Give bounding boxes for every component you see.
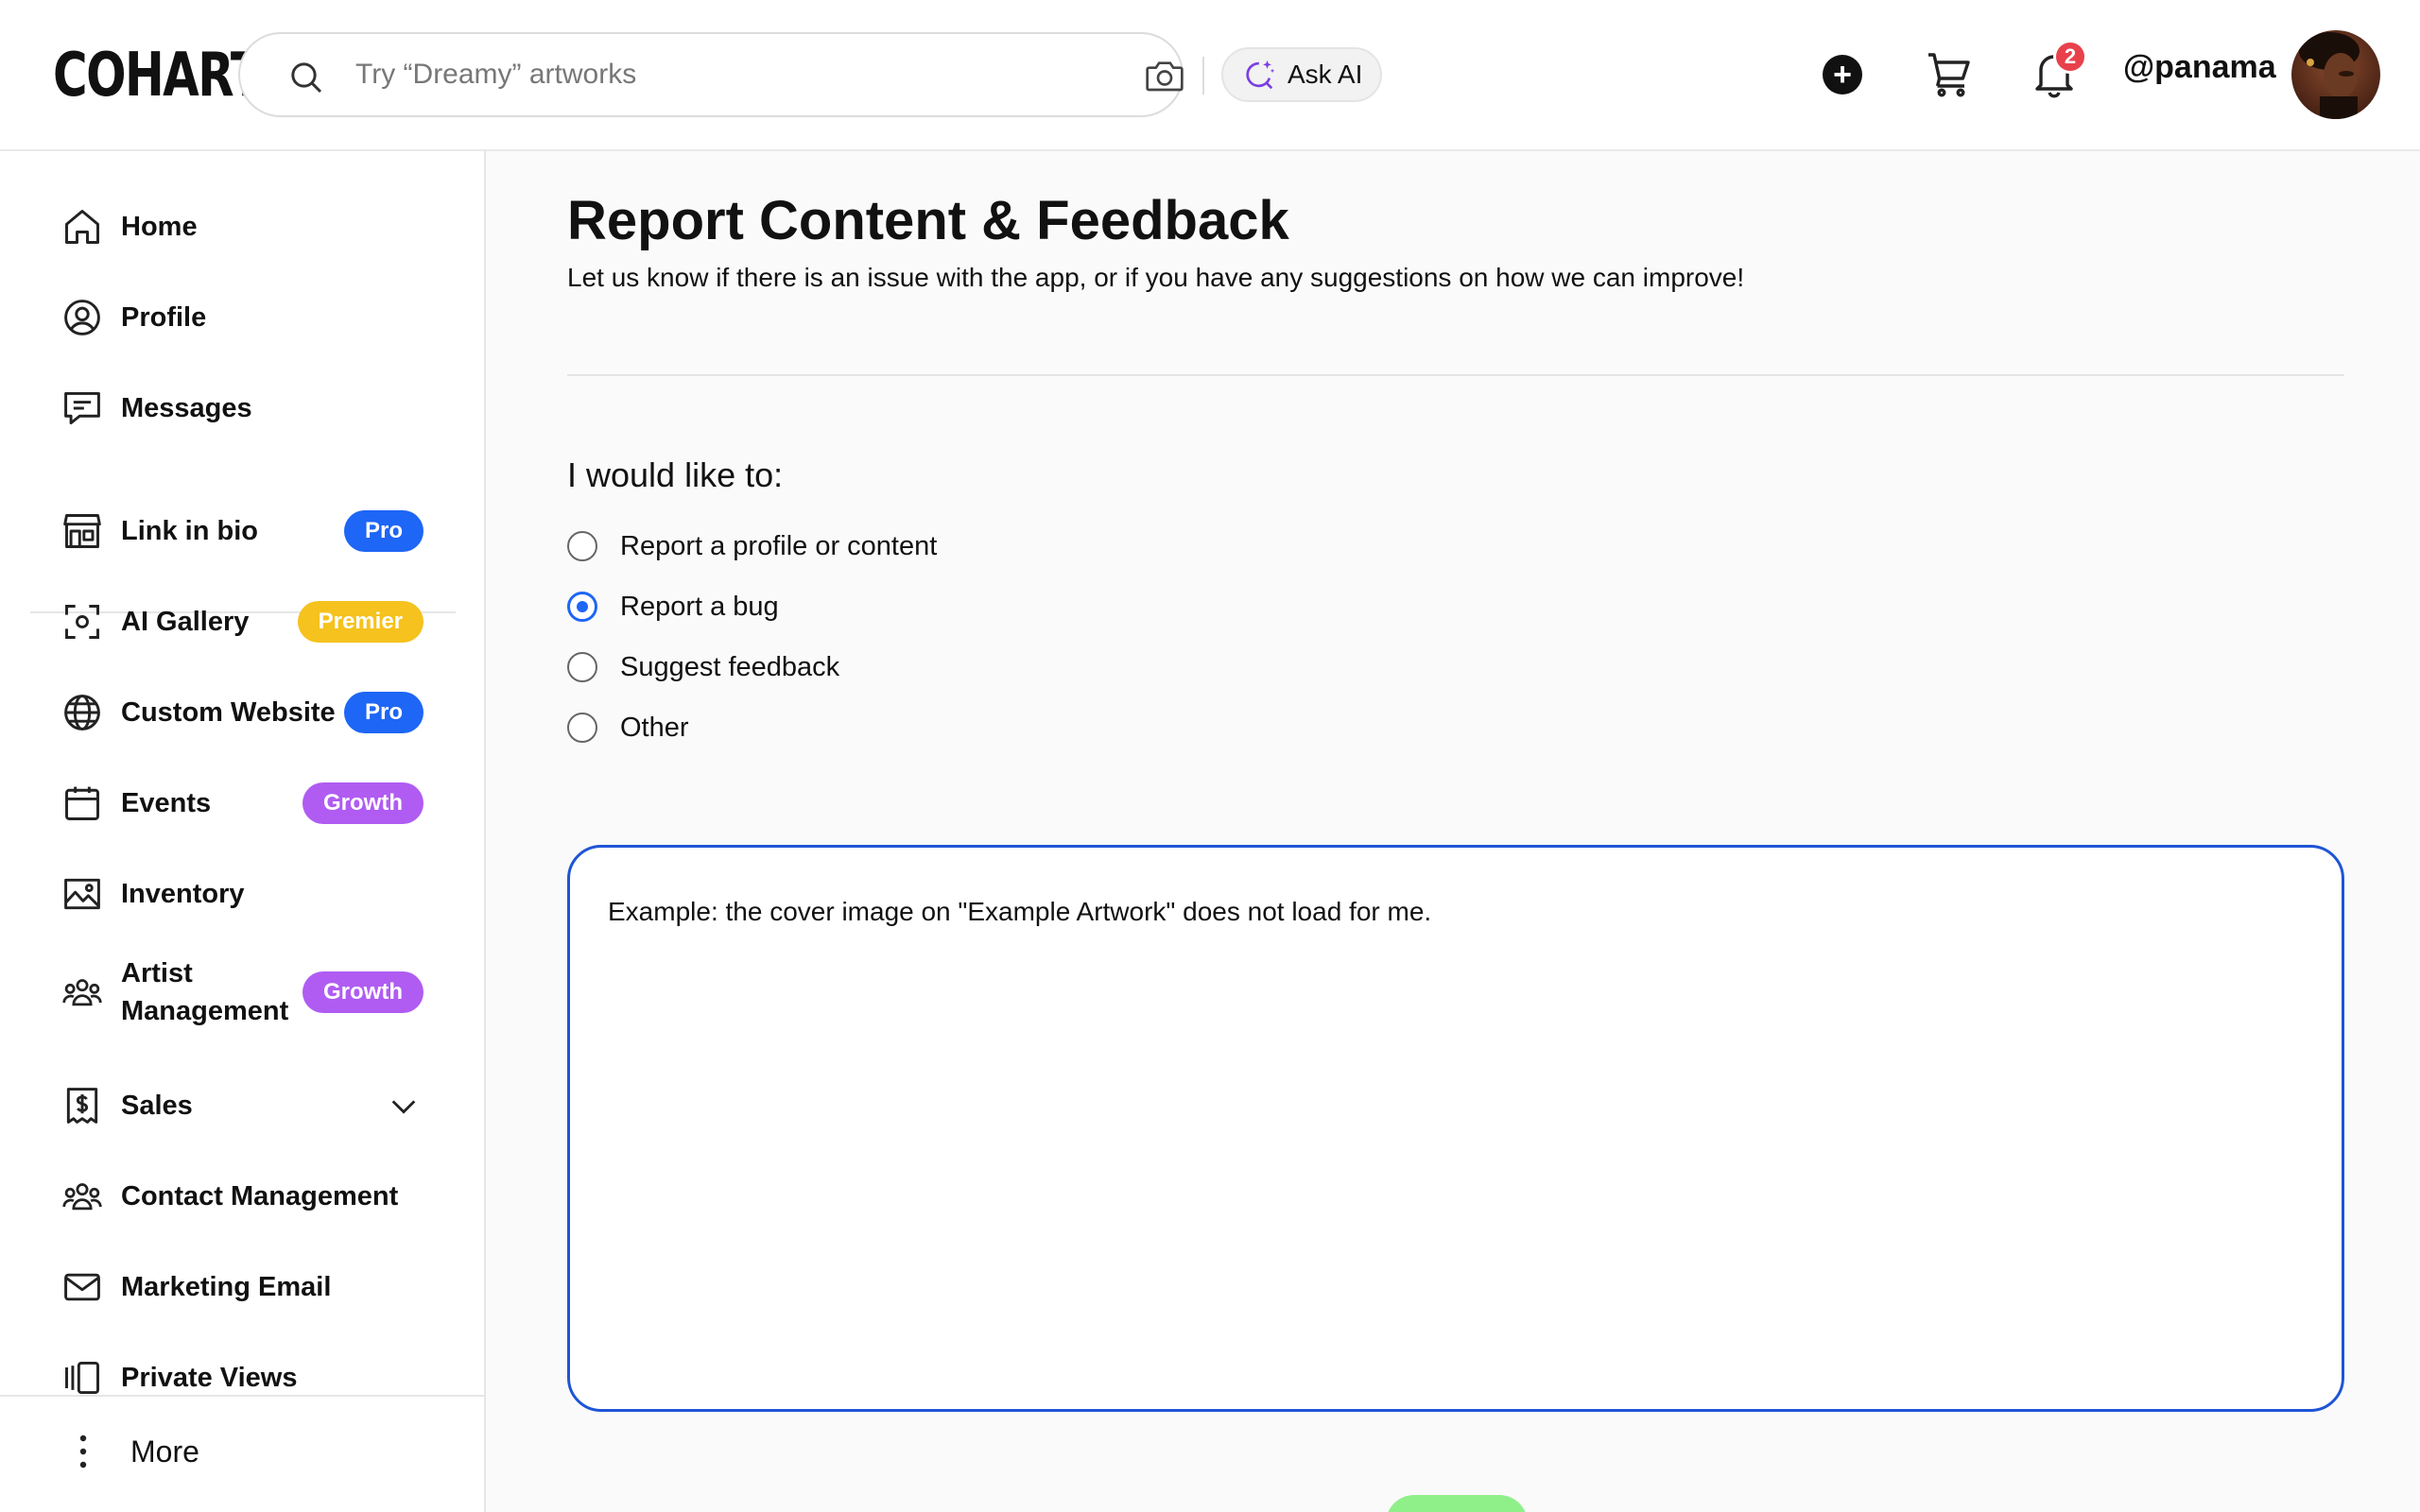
notification-count-badge: 2 [2053,40,2087,74]
storefront-icon [60,509,104,553]
growth-badge: Growth [302,782,424,824]
cart-icon[interactable] [1925,49,1974,98]
sidebar-item-label: Inventory [121,879,245,909]
sidebar-item-custom-website[interactable]: Custom Website Pro [60,684,439,741]
message-icon [60,387,104,430]
cohart-logo[interactable]: COHART [53,38,263,113]
option-question-label: I would like to: [567,455,784,494]
search-icon [291,62,322,94]
dollar-receipt-icon [60,1084,104,1127]
ask-ai-label: Ask AI [1288,60,1363,89]
globe-icon [60,691,104,734]
radio-button[interactable] [567,531,597,561]
sidebar-item-label: Contact Management [121,1181,399,1211]
home-icon [60,205,104,249]
radio-report-bug[interactable]: Report a bug [567,586,779,627]
sidebar-item-profile[interactable]: Profile [60,289,439,346]
sidebar-item-label: Events [121,788,212,818]
search-bar[interactable]: Try “Dreamy” artworks Ask AI [238,32,1382,117]
radio-label: Suggest feedback [620,651,840,682]
avatar[interactable] [2291,30,2380,119]
radio-suggest-feedback[interactable]: Suggest feedback [567,646,839,688]
feedback-text: Example: the cover image on "Example Art… [608,897,1432,926]
views-icon [60,1356,104,1400]
sidebar: Home Profile Messages Link in bio Pro AI… [0,151,486,1512]
pro-badge: Pro [343,692,424,733]
ask-ai-button[interactable]: Ask AI [1221,47,1382,102]
image-icon [60,872,104,916]
group-icon [60,971,104,1014]
sidebar-item-label: Profile [121,302,207,333]
contacts-icon [60,1175,104,1218]
radio-label: Other [620,712,689,743]
radio-button[interactable] [567,652,597,682]
sidebar-item-label: Custom Website [121,697,336,728]
user-circle-icon [60,296,104,339]
sidebar-item-link-in-bio[interactable]: Link in bio Pro [60,503,439,559]
sidebar-footer: More [0,1395,484,1512]
radio-label: Report a profile or content [620,530,938,561]
sidebar-item-inventory[interactable]: Inventory [60,866,439,922]
page-title: Report Content & Feedback [567,190,1289,251]
sidebar-item-artist-management[interactable]: Artist Management Growth [60,953,439,1032]
sidebar-item-label: Home [121,212,198,242]
sidebar-item-messages[interactable]: Messages [60,380,439,437]
sidebar-item-label: Messages [121,393,252,423]
top-header: COHART Try “Dreamy” artworks Ask AI + 2 … [0,0,2420,151]
search-divider [1202,57,1204,94]
search-input[interactable]: Try “Dreamy” artworks [355,34,636,115]
feedback-textarea[interactable]: Example: the cover image on "Example Art… [567,845,2344,1412]
radio-report-profile[interactable]: Report a profile or content [567,525,937,567]
sidebar-item-label: Link in bio [121,516,258,546]
sidebar-item-label: AI Gallery [121,607,250,637]
sidebar-item-label: Sales [121,1091,193,1121]
create-plus-button[interactable]: + [1823,55,1862,94]
more-label: More [130,1434,199,1469]
premier-badge: Premier [297,601,424,643]
sidebar-item-sales[interactable]: Sales [60,1077,439,1134]
sidebar-item-events[interactable]: Events Growth [60,775,439,832]
radio-label: Report a bug [620,591,779,622]
main-content: Report Content & Feedback Let us know if… [486,151,2420,1512]
radio-button[interactable] [567,713,597,743]
sidebar-item-ai-gallery[interactable]: AI Gallery Premier [60,593,439,650]
page-subtitle: Let us know if there is an issue with th… [567,263,1745,292]
calendar-icon [60,782,104,825]
sidebar-item-contact-management[interactable]: Contact Management [60,1168,439,1225]
sidebar-item-marketing-email[interactable]: Marketing Email [60,1259,439,1315]
scan-icon [60,600,104,644]
mail-icon [60,1265,104,1309]
username[interactable]: @panama [2123,49,2276,86]
sidebar-item-label: Artist Management [121,958,289,1026]
radio-button-selected[interactable] [567,592,597,622]
chevron-down-icon[interactable] [388,1091,420,1123]
sidebar-item-label: Private Views [121,1363,298,1393]
growth-badge: Growth [302,971,424,1013]
ai-sparkle-icon [1246,60,1275,90]
more-button[interactable]: More [60,1423,199,1480]
submit-button[interactable] [1386,1495,1528,1512]
more-vertical-icon [79,1435,87,1469]
sidebar-item-label: Marketing Email [121,1272,332,1302]
camera-icon[interactable] [1144,57,1185,94]
pro-badge: Pro [343,510,424,552]
section-divider [567,374,2344,376]
sidebar-item-home[interactable]: Home [60,198,439,255]
radio-other[interactable]: Other [567,707,689,748]
